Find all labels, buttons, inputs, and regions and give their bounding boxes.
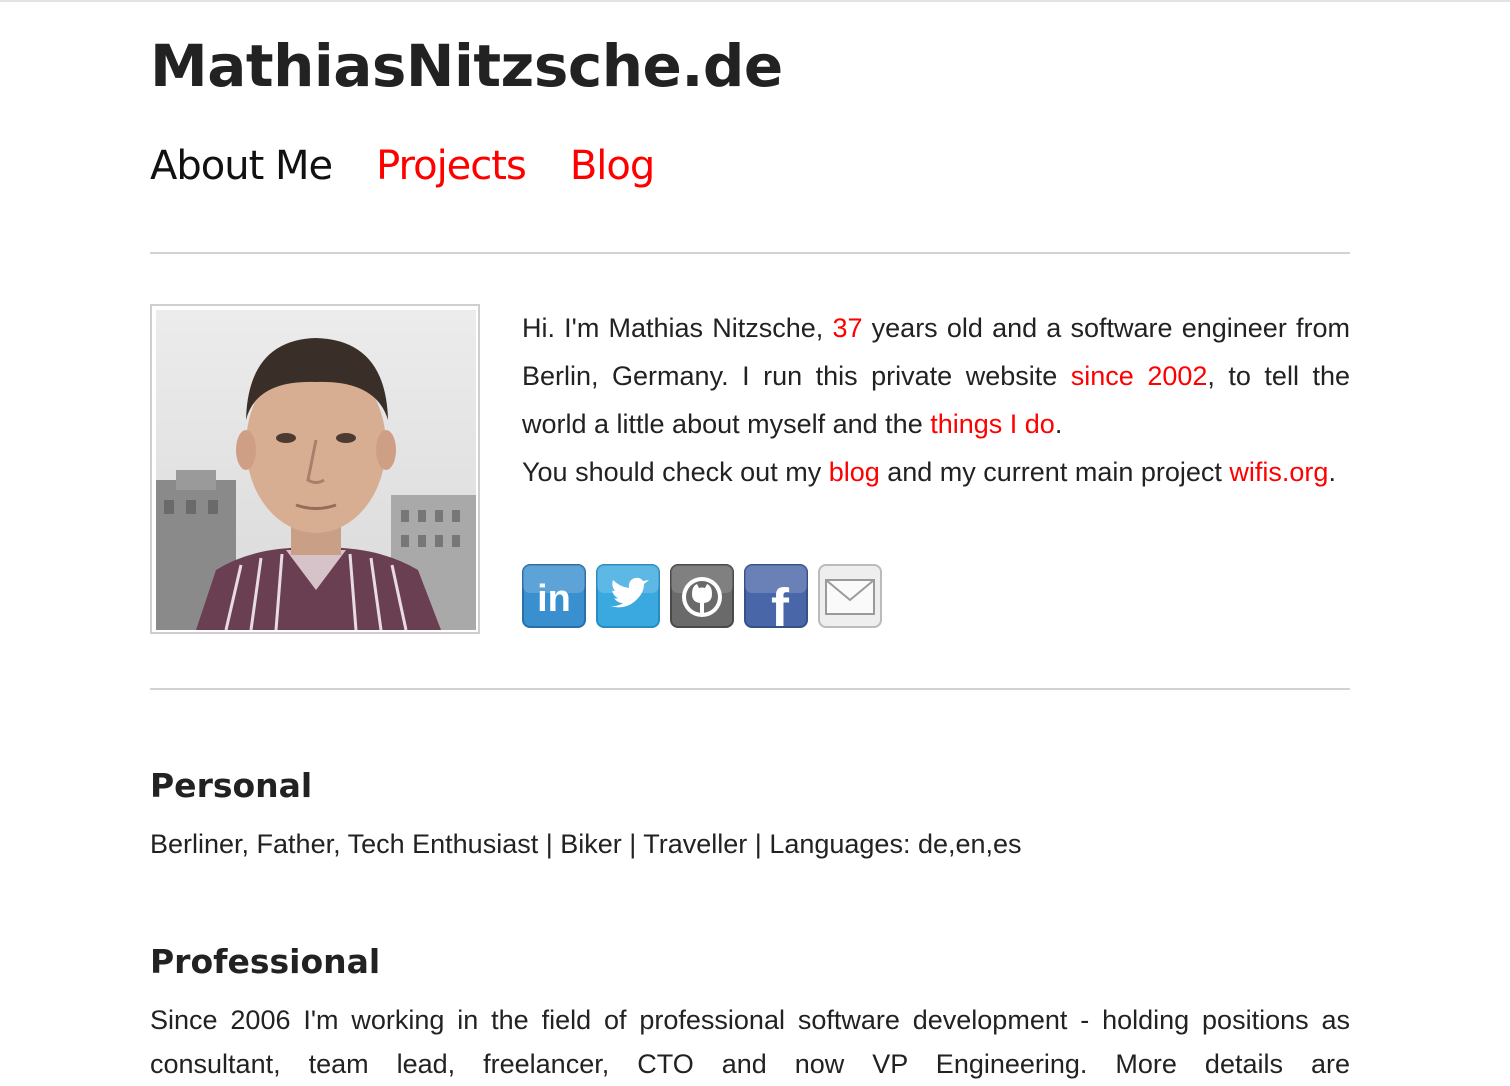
intro-text-part: . [1054, 409, 1063, 439]
site-title[interactable]: MathiasNitzsche.de [150, 30, 783, 102]
since-2002-link[interactable]: since 2002 [1071, 361, 1208, 391]
profile-photo [150, 304, 480, 634]
professional-text: Since 2006 I'm working in the field of p… [150, 1005, 1350, 1079]
linkedin-icon[interactable]: in [522, 564, 586, 628]
github-icon[interactable] [670, 564, 734, 628]
intro-text-part: You should check out my [522, 457, 829, 487]
intro-paragraph: Hi. I'm Mathias Nitzsche, 37 years old a… [522, 304, 1350, 448]
nav-projects[interactable]: Projects [376, 140, 527, 192]
intro-text-part: . [1328, 457, 1336, 487]
facebook-icon[interactable]: f [744, 564, 808, 628]
wifis-link[interactable]: wifis.org [1229, 457, 1328, 487]
divider [150, 252, 1350, 254]
intro-text-part: Hi. I'm Mathias Nitzsche, [522, 313, 833, 343]
svg-text:in: in [537, 578, 571, 620]
professional-heading: Professional [150, 942, 381, 981]
divider [150, 688, 1350, 690]
blog-link[interactable]: blog [829, 457, 880, 487]
personal-text: Berliner, Father, Tech Enthusiast | Bike… [150, 829, 1022, 859]
nav-about-me[interactable]: About Me [150, 140, 333, 192]
email-icon[interactable] [818, 564, 882, 628]
svg-text:f: f [771, 578, 790, 628]
personal-heading: Personal [150, 766, 313, 805]
age-link[interactable]: 37 [832, 313, 862, 343]
nav-blog[interactable]: Blog [570, 140, 655, 192]
twitter-icon[interactable] [596, 564, 660, 628]
intro-text-part: and my current main project [879, 457, 1230, 487]
intro-paragraph-2: You should check out my blog and my curr… [522, 448, 1350, 496]
top-border [0, 0, 1510, 2]
social-links: in f [522, 564, 892, 628]
portrait-image [156, 310, 476, 630]
things-i-do-link[interactable]: things I do [930, 409, 1055, 439]
intro-text: Hi. I'm Mathias Nitzsche, 37 years old a… [522, 304, 1350, 496]
main-nav: About Me Projects Blog [150, 140, 698, 192]
